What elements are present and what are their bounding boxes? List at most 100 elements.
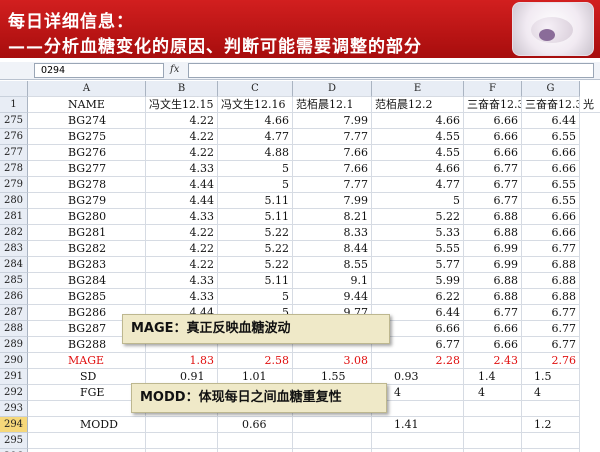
cell-col-e-header[interactable]: 范栢晨12.2	[372, 97, 464, 113]
cell-value-c[interactable]: 4.77	[218, 129, 293, 145]
row-header[interactable]: 276	[0, 129, 28, 145]
cell-value-b[interactable]: 4.44	[146, 177, 218, 193]
cell-value-g[interactable]: 6.66	[522, 225, 580, 241]
cell-value-b[interactable]: 4.22	[146, 225, 218, 241]
cell-value-d[interactable]: 9.1	[293, 273, 372, 289]
row-header[interactable]: 295	[0, 433, 28, 449]
row-header[interactable]: 278	[0, 161, 28, 177]
cell-value-d[interactable]: 9.44	[293, 289, 372, 305]
cell-sd-f[interactable]: 1.4	[464, 369, 522, 385]
cell-value-d[interactable]: 8.55	[293, 257, 372, 273]
row-header[interactable]: 287	[0, 305, 28, 321]
cell-value-e[interactable]: 5.77	[372, 257, 464, 273]
column-header-c[interactable]: C	[218, 81, 293, 97]
cell-value-b[interactable]: 4.33	[146, 289, 218, 305]
cell-empty[interactable]	[522, 401, 580, 417]
cell-value-e[interactable]: 5	[372, 193, 464, 209]
cell-value-b[interactable]: 4.33	[146, 209, 218, 225]
cell-col-g-header[interactable]: 三奋奋12.3	[522, 97, 580, 113]
cell-value-b[interactable]: 4.22	[146, 129, 218, 145]
row-header[interactable]: 277	[0, 145, 28, 161]
cell-value-f[interactable]: 6.66	[464, 337, 522, 353]
cell-value-c[interactable]: 5	[218, 177, 293, 193]
row-header[interactable]: 284	[0, 257, 28, 273]
cell-empty[interactable]	[28, 433, 146, 449]
row-header[interactable]: 282	[0, 225, 28, 241]
cell-value-b[interactable]: 4.22	[146, 145, 218, 161]
cell-sd-label[interactable]: SD	[28, 369, 146, 385]
cell-name[interactable]: BG278	[28, 177, 146, 193]
row-header[interactable]: 285	[0, 273, 28, 289]
cell-value-g[interactable]: 6.88	[522, 273, 580, 289]
cell-mage-c[interactable]: 2.58	[218, 353, 293, 369]
cell-value-g[interactable]: 6.88	[522, 289, 580, 305]
cell-value-f[interactable]: 6.88	[464, 225, 522, 241]
cell-name[interactable]: BG285	[28, 289, 146, 305]
cell-value-d[interactable]: 7.66	[293, 161, 372, 177]
cell-modd-b[interactable]	[146, 417, 218, 433]
cell-value-e[interactable]: 4.66	[372, 113, 464, 129]
column-header-d[interactable]: D	[293, 81, 372, 97]
cell-name[interactable]: BG277	[28, 161, 146, 177]
row-header[interactable]: 291	[0, 369, 28, 385]
cell-value-c[interactable]: 5.22	[218, 257, 293, 273]
cell-value-e[interactable]: 5.22	[372, 209, 464, 225]
cell-modd-c[interactable]: 0.66	[218, 417, 293, 433]
cell-empty[interactable]	[522, 433, 580, 449]
column-header-f[interactable]: F	[464, 81, 522, 97]
cell-name[interactable]: BG282	[28, 241, 146, 257]
cell-value-e[interactable]: 5.99	[372, 273, 464, 289]
cell-value-c[interactable]: 5.11	[218, 193, 293, 209]
function-icon[interactable]: fx	[170, 63, 184, 78]
cell-value-e[interactable]: 6.22	[372, 289, 464, 305]
cell-value-b[interactable]: 4.22	[146, 257, 218, 273]
cell-value-d[interactable]: 7.99	[293, 113, 372, 129]
cell-empty[interactable]	[464, 433, 522, 449]
cell-mage-b[interactable]: 1.83	[146, 353, 218, 369]
cell-value-f[interactable]: 6.88	[464, 273, 522, 289]
cell-value-f[interactable]: 6.66	[464, 145, 522, 161]
cell-empty[interactable]	[218, 433, 293, 449]
cell-value-g[interactable]: 6.66	[522, 145, 580, 161]
name-box[interactable]: O294	[34, 63, 164, 78]
cell-value-f[interactable]: 6.99	[464, 241, 522, 257]
cell-value-d[interactable]: 8.44	[293, 241, 372, 257]
cell-modd-e[interactable]: 1.41	[372, 417, 464, 433]
cell-value-f[interactable]: 6.66	[464, 113, 522, 129]
cell-value-e[interactable]: 4.66	[372, 161, 464, 177]
cell-value-g[interactable]: 6.77	[522, 305, 580, 321]
cell-mage-f[interactable]: 2.43	[464, 353, 522, 369]
column-header-e[interactable]: E	[372, 81, 464, 97]
cell-mage-e[interactable]: 2.28	[372, 353, 464, 369]
cell-value-d[interactable]: 7.99	[293, 193, 372, 209]
cell-name[interactable]: BG276	[28, 145, 146, 161]
cell-name-header[interactable]: NAME	[28, 97, 146, 113]
cell-value-f[interactable]: 6.88	[464, 289, 522, 305]
cell-value-d[interactable]: 8.21	[293, 209, 372, 225]
row-header-selected[interactable]: 294	[0, 417, 28, 433]
cell-col-c-header[interactable]: 冯文生12.16	[218, 97, 293, 113]
cell-modd-label[interactable]: MODD	[28, 417, 146, 433]
cell-value-d[interactable]: 8.33	[293, 225, 372, 241]
cell-name[interactable]: BG275	[28, 129, 146, 145]
cell-value-d[interactable]: 7.77	[293, 177, 372, 193]
cell-value-c[interactable]: 4.66	[218, 113, 293, 129]
cell-empty[interactable]	[28, 401, 146, 417]
cell-value-g[interactable]: 6.55	[522, 129, 580, 145]
cell-value-g[interactable]: 6.44	[522, 113, 580, 129]
formula-input[interactable]	[188, 63, 594, 78]
column-header-g[interactable]: G	[522, 81, 580, 97]
row-header[interactable]: 1	[0, 97, 28, 113]
cell-value-f[interactable]: 6.77	[464, 161, 522, 177]
cell-value-f[interactable]: 6.66	[464, 321, 522, 337]
row-header[interactable]: 289	[0, 337, 28, 353]
cell-value-g[interactable]: 6.55	[522, 193, 580, 209]
cell-value-c[interactable]: 4.88	[218, 145, 293, 161]
cell-value-g[interactable]: 6.77	[522, 241, 580, 257]
cell-fge-g[interactable]: 4	[522, 385, 580, 401]
row-header[interactable]: 280	[0, 193, 28, 209]
cell-value-c[interactable]: 5	[218, 161, 293, 177]
cell-name[interactable]: BG284	[28, 273, 146, 289]
cell-value-c[interactable]: 5.22	[218, 241, 293, 257]
cell-value-e[interactable]: 5.33	[372, 225, 464, 241]
